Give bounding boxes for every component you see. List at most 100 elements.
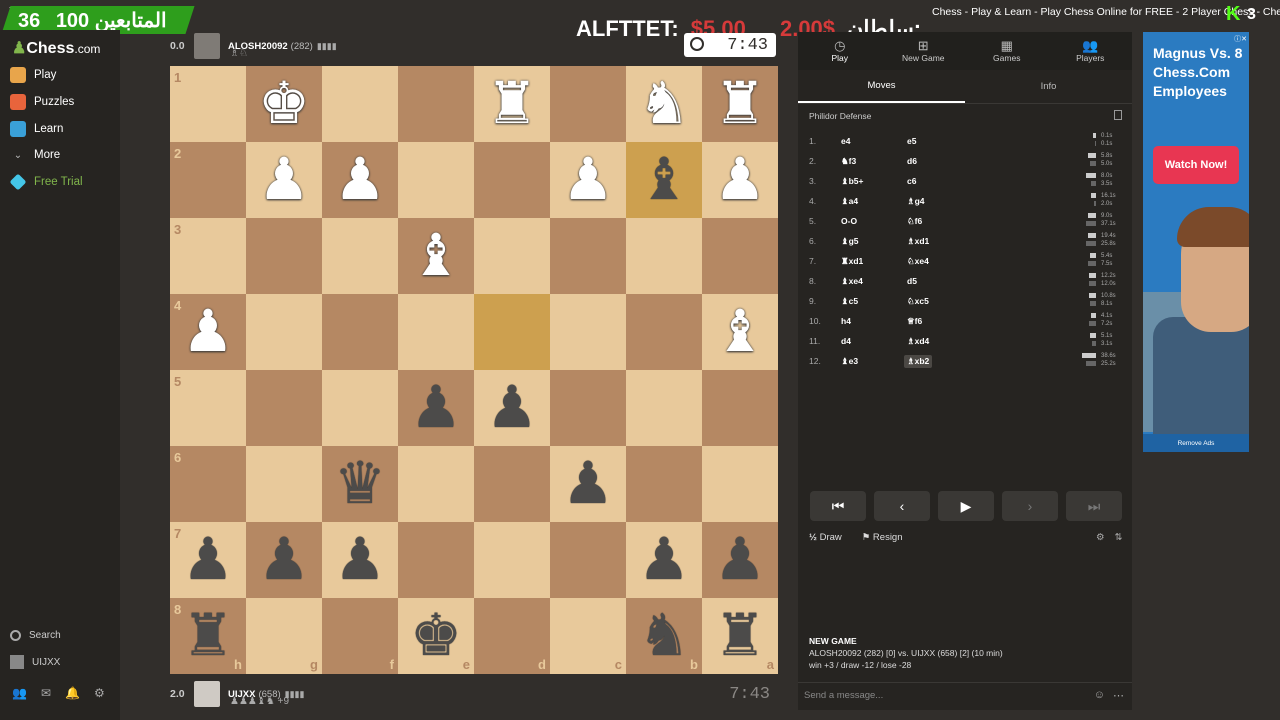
black-queen-piece[interactable]: ♛ bbox=[322, 446, 398, 522]
white-move[interactable]: ♝xe4 bbox=[841, 276, 863, 287]
white-move[interactable]: ♝b5+ bbox=[841, 176, 864, 187]
board-square[interactable] bbox=[550, 370, 626, 446]
black-move[interactable]: d5 bbox=[907, 276, 917, 286]
board-square[interactable] bbox=[246, 370, 322, 446]
board-square[interactable] bbox=[398, 294, 474, 370]
white-move[interactable]: ♜xd1 bbox=[841, 256, 863, 267]
tab-games[interactable]: ▦ Games bbox=[965, 32, 1049, 70]
board-square[interactable] bbox=[626, 446, 702, 522]
black-rook-piece[interactable]: ♜ bbox=[170, 598, 246, 674]
tab-moves[interactable]: Moves bbox=[798, 70, 965, 103]
white-move[interactable]: h4 bbox=[841, 316, 851, 326]
board-square[interactable]: 3 bbox=[170, 218, 246, 294]
board-square[interactable] bbox=[474, 294, 550, 370]
black-move[interactable]: ♘xc5 bbox=[907, 296, 929, 307]
draw-button[interactable]: ½ Draw bbox=[809, 532, 842, 543]
board-square[interactable] bbox=[474, 446, 550, 522]
board-square[interactable]: f bbox=[322, 598, 398, 674]
board-square[interactable] bbox=[398, 142, 474, 218]
board-square[interactable] bbox=[246, 218, 322, 294]
chess-board[interactable]: 1 2 3 4 5 6 7 8 h g f e d c b a ♚ ♜ ♞ ♜ ♟ ♟ ♟ ♝ ♟ ♝ ♟ ♝ ♟ ♟ ♛ ♟ ♟ ♟ ♟ ♟ ♟ ♜ ♚ ♞… bbox=[170, 66, 778, 674]
white-king-piece[interactable]: ♚ bbox=[246, 66, 322, 142]
ad-close-icon[interactable]: ⓘ✕ bbox=[1234, 34, 1247, 44]
white-rook-piece[interactable]: ♜ bbox=[702, 66, 778, 142]
black-move[interactable]: d6 bbox=[907, 156, 917, 166]
board-square[interactable] bbox=[322, 294, 398, 370]
resign-button[interactable]: ⚑ Resign bbox=[862, 532, 903, 543]
black-move[interactable]: e5 bbox=[907, 136, 916, 146]
advertisement[interactable]: ⓘ✕ Magnus Vs. 8 Chess.Com Employees Watc… bbox=[1143, 32, 1249, 452]
white-move[interactable]: ♝c5 bbox=[841, 296, 858, 307]
board-square[interactable]: 6 bbox=[170, 446, 246, 522]
sidebar-item-puzzles[interactable]: Puzzles bbox=[10, 91, 74, 113]
board-square[interactable] bbox=[550, 218, 626, 294]
board-square[interactable] bbox=[702, 370, 778, 446]
board-square[interactable] bbox=[626, 294, 702, 370]
remove-ads-link[interactable]: Remove Ads bbox=[1143, 434, 1249, 452]
black-move[interactable]: ♗xd1 bbox=[907, 236, 929, 247]
sidebar-item-free-trial[interactable]: Free Trial bbox=[9, 171, 83, 193]
white-move[interactable]: ♝g5 bbox=[841, 236, 859, 247]
board-square[interactable] bbox=[550, 522, 626, 598]
chat-input[interactable]: Send a message... ☺ ⋯ bbox=[798, 682, 1132, 708]
board-square[interactable] bbox=[322, 370, 398, 446]
board-square[interactable] bbox=[474, 522, 550, 598]
last-move-button[interactable]: ⏭ bbox=[1066, 491, 1122, 521]
tab-new-game[interactable]: ⊞ New Game bbox=[882, 32, 966, 70]
white-move[interactable]: ♝a4 bbox=[841, 196, 858, 207]
emoji-icon[interactable]: ☺ bbox=[1094, 689, 1105, 702]
black-move[interactable]: ♘f6 bbox=[907, 216, 922, 227]
board-square[interactable] bbox=[626, 218, 702, 294]
board-square[interactable] bbox=[626, 370, 702, 446]
black-knight-piece[interactable]: ♞ bbox=[626, 598, 702, 674]
white-pawn-piece[interactable]: ♟ bbox=[702, 142, 778, 218]
white-move[interactable]: d4 bbox=[841, 336, 851, 346]
next-move-button[interactable]: › bbox=[1002, 491, 1058, 521]
sidebar-search[interactable]: Search bbox=[10, 630, 61, 641]
black-pawn-piece[interactable]: ♟ bbox=[474, 370, 550, 446]
board-square[interactable]: d bbox=[474, 598, 550, 674]
board-square[interactable]: c bbox=[550, 598, 626, 674]
previous-move-button[interactable]: ‹ bbox=[874, 491, 930, 521]
flip-board-icon[interactable]: ⇅ bbox=[1115, 532, 1123, 543]
white-rook-piece[interactable]: ♜ bbox=[474, 66, 550, 142]
black-rook-piece[interactable]: ♜ bbox=[702, 598, 778, 674]
sidebar-item-play[interactable]: Play bbox=[10, 64, 56, 86]
white-move[interactable]: ♝e3 bbox=[841, 356, 858, 367]
board-square[interactable]: 1 bbox=[170, 66, 246, 142]
black-pawn-piece[interactable]: ♟ bbox=[626, 522, 702, 598]
board-square[interactable] bbox=[322, 218, 398, 294]
black-move[interactable]: c6 bbox=[907, 176, 916, 186]
ad-watch-button[interactable]: Watch Now! bbox=[1153, 146, 1239, 184]
bottom-player-avatar[interactable] bbox=[194, 681, 220, 707]
board-square[interactable] bbox=[702, 218, 778, 294]
black-pawn-piece[interactable]: ♟ bbox=[246, 522, 322, 598]
board-square[interactable] bbox=[398, 522, 474, 598]
sidebar-profile[interactable]: UIJXX bbox=[10, 655, 60, 669]
white-pawn-piece[interactable]: ♟ bbox=[246, 142, 322, 218]
bell-icon[interactable]: 🔔 bbox=[65, 686, 80, 700]
more-icon[interactable]: ⋯ bbox=[1113, 689, 1124, 702]
board-square[interactable] bbox=[474, 218, 550, 294]
board-square[interactable] bbox=[550, 294, 626, 370]
black-king-piece[interactable]: ♚ bbox=[398, 598, 474, 674]
board-square[interactable] bbox=[398, 446, 474, 522]
black-bishop-piece[interactable]: ♝ bbox=[626, 142, 702, 218]
black-move[interactable]: ♗xd4 bbox=[907, 336, 929, 347]
white-bishop-piece[interactable]: ♝ bbox=[398, 218, 474, 294]
board-square[interactable] bbox=[246, 446, 322, 522]
mail-icon[interactable]: ✉ bbox=[41, 686, 51, 700]
board-square[interactable]: g bbox=[246, 598, 322, 674]
board-square[interactable]: 5 bbox=[170, 370, 246, 446]
white-pawn-piece[interactable]: ♟ bbox=[322, 142, 398, 218]
white-move[interactable]: e4 bbox=[841, 136, 850, 146]
black-pawn-piece[interactable]: ♟ bbox=[702, 522, 778, 598]
tab-play[interactable]: ◷ Play bbox=[798, 32, 882, 70]
white-bishop-piece[interactable]: ♝ bbox=[702, 294, 778, 370]
black-pawn-piece[interactable]: ♟ bbox=[322, 522, 398, 598]
board-square[interactable] bbox=[474, 142, 550, 218]
black-move[interactable]: ♘xe4 bbox=[907, 256, 929, 267]
sidebar-item-more[interactable]: ⌄ More bbox=[10, 144, 60, 166]
black-move[interactable]: ♗xb2 bbox=[904, 355, 933, 368]
black-pawn-piece[interactable]: ♟ bbox=[170, 522, 246, 598]
